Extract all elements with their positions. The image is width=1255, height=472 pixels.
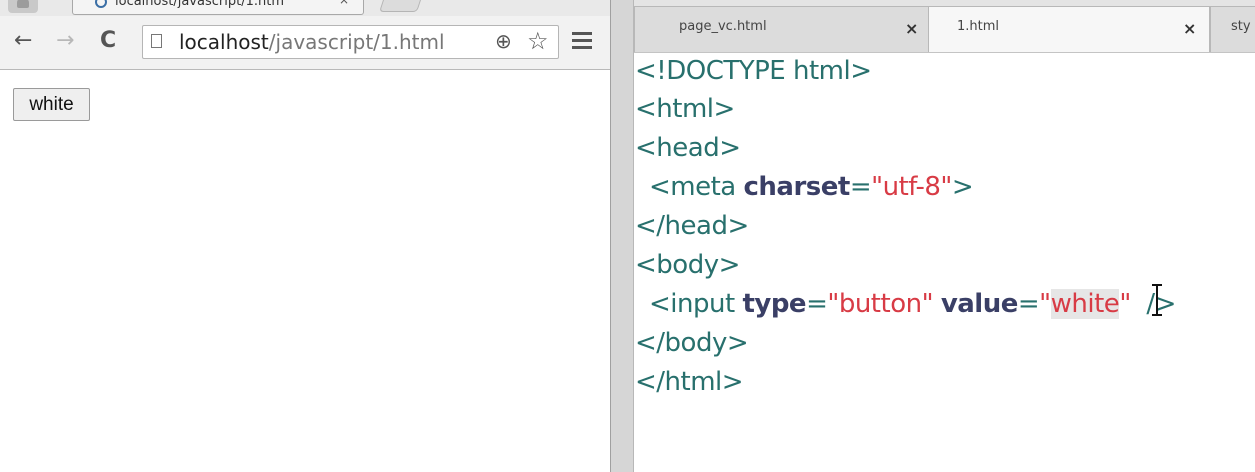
code-line-3: <head> (635, 133, 741, 163)
url-text[interactable]: localhost/javascript/1.html (179, 30, 445, 54)
new-tab-button[interactable] (379, 0, 423, 12)
tab-close-icon[interactable]: × (339, 0, 349, 7)
code-editor: page_vc.html × sty 1.html × <!DOCTYPE ht… (634, 0, 1255, 472)
tab-label: 1.html (957, 19, 1000, 34)
tab-label: page_vc.html (679, 19, 767, 34)
address-bar[interactable]: localhost/javascript/1.html ⊕ ☆ (142, 25, 559, 59)
code-line-6: <body> (635, 250, 740, 280)
code-line-9: </html> (635, 367, 744, 397)
browser-tab-title: localhost/javascript/1.htm (115, 0, 284, 9)
code-line-2: <html> (635, 94, 735, 124)
zoom-icon[interactable]: ⊕ (495, 29, 512, 53)
bookmark-star-icon[interactable]: ☆ (527, 27, 549, 55)
forward-arrow-icon[interactable]: → (56, 28, 74, 54)
code-line-1: <!DOCTYPE html> (635, 56, 872, 86)
code-line-8: </body> (635, 328, 749, 358)
selected-text: white (1050, 289, 1120, 319)
tab-page-vc-html[interactable]: page_vc.html × (634, 6, 932, 52)
code-line-7: <input type="button" value="white" /> (649, 289, 1176, 319)
white-button[interactable]: white (13, 88, 90, 121)
code-area[interactable]: <!DOCTYPE html> <html> <head> <meta char… (634, 52, 1255, 472)
tab-sty[interactable]: sty (1210, 6, 1255, 52)
incognito-icon (8, 0, 38, 13)
editor-tab-bar: page_vc.html × sty 1.html × (634, 0, 1255, 53)
browser-tab-strip: localhost/javascript/1.htm × (0, 0, 612, 16)
tab-1-html[interactable]: 1.html × (928, 6, 1210, 52)
browser-tab[interactable]: localhost/javascript/1.htm × (72, 0, 364, 15)
tab-close-icon[interactable]: × (905, 19, 918, 38)
text-cursor-icon (1152, 283, 1162, 317)
window-divider (610, 0, 634, 472)
tab-close-icon[interactable]: × (1183, 19, 1196, 38)
page-viewport: white (0, 70, 610, 472)
browser-toolbar: ← → C localhost/javascript/1.html ⊕ ☆ (0, 16, 612, 70)
back-arrow-icon[interactable]: ← (14, 28, 32, 54)
page-icon (151, 34, 162, 48)
favicon-icon (95, 0, 107, 8)
tab-label: sty (1231, 19, 1251, 34)
reload-icon[interactable]: C (100, 28, 116, 54)
code-line-4: <meta charset="utf-8"> (649, 172, 974, 202)
menu-icon[interactable] (572, 32, 592, 53)
browser-window: localhost/javascript/1.htm × ← → C local… (0, 0, 612, 472)
code-line-5: </head> (635, 211, 749, 241)
